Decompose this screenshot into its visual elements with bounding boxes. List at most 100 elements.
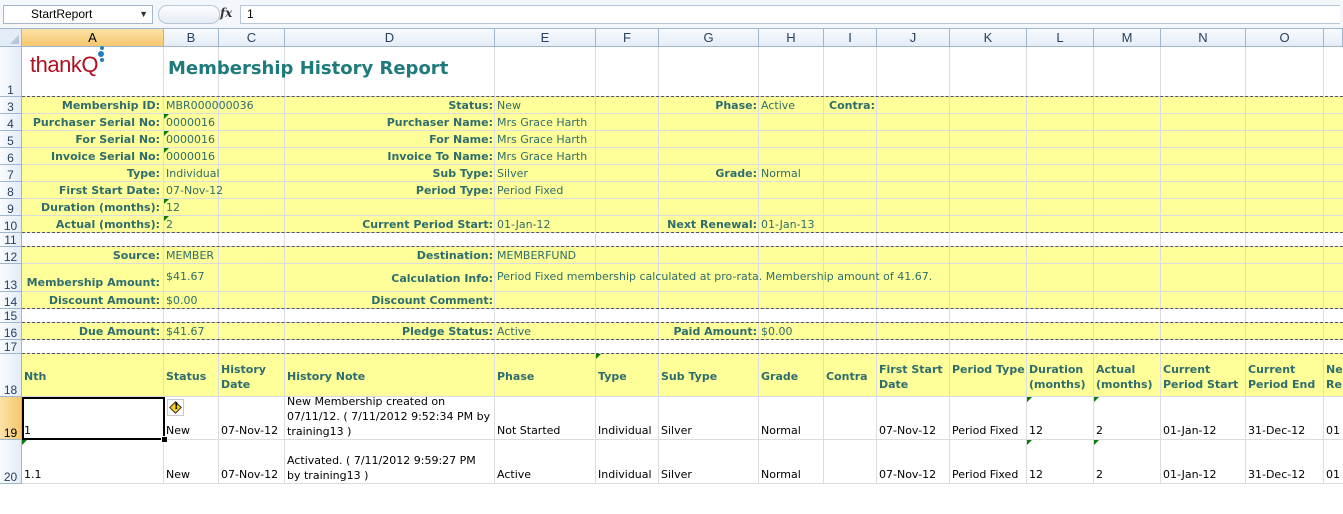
- type-label: Type:: [126, 167, 160, 180]
- history-header: Type: [598, 370, 627, 383]
- paid-amount-value: $0.00: [761, 325, 793, 338]
- row-header-10[interactable]: 10: [0, 216, 22, 233]
- active-cell-selection[interactable]: [22, 397, 165, 440]
- status-label: Status:: [448, 99, 493, 112]
- history-cell: Silver: [661, 424, 692, 437]
- row-header-17[interactable]: 17: [0, 340, 22, 354]
- gridline-horizontal: [22, 164, 1343, 165]
- history-header: Status: [166, 370, 207, 383]
- history-cell: Active: [497, 468, 532, 481]
- membership-amount-label: Membership Amount:: [26, 276, 160, 289]
- history-header: Sub Type: [661, 370, 718, 383]
- row-header-11[interactable]: 11: [0, 233, 22, 247]
- history-cell: 12: [1029, 468, 1043, 481]
- column-header-f[interactable]: F: [596, 29, 659, 47]
- history-cell: 2: [1096, 424, 1103, 437]
- row-header-18[interactable]: 18: [0, 354, 22, 397]
- column-header-h[interactable]: H: [759, 29, 824, 47]
- column-header-k[interactable]: K: [950, 29, 1027, 47]
- row-header-9[interactable]: 9: [0, 199, 22, 216]
- history-cell: New: [166, 468, 190, 481]
- error-indicator: [22, 440, 27, 445]
- column-header-a[interactable]: A: [22, 29, 164, 47]
- gridline-horizontal: [22, 396, 1343, 397]
- invoice-serial-value: 0000016: [166, 150, 215, 163]
- row-header-20[interactable]: 20: [0, 440, 22, 484]
- row-header-12[interactable]: 12: [0, 247, 22, 264]
- row-header-1[interactable]: 1: [0, 47, 22, 97]
- gridline-horizontal: [22, 215, 1343, 216]
- column-header-g[interactable]: G: [659, 29, 759, 47]
- error-warning-icon[interactable]: !: [167, 399, 184, 416]
- gridline-horizontal: [22, 291, 1343, 292]
- column-header-i[interactable]: I: [824, 29, 877, 47]
- error-indicator: [1027, 440, 1032, 445]
- logo-text: thankQ: [30, 52, 98, 77]
- history-header: History Date: [221, 363, 266, 391]
- spreadsheet-grid[interactable]: A B C D E F G H I J K L M N O 1 3 4 5 6 7 8 9 10 11 12 13 14 15 16 17 1…: [0, 0, 1343, 484]
- select-all-corner[interactable]: [0, 29, 22, 47]
- error-indicator: [1094, 397, 1099, 402]
- row-header-14[interactable]: 14: [0, 292, 22, 309]
- dashed-separator: [22, 322, 1343, 323]
- purchaser-name-value: Mrs Grace Harth: [497, 116, 588, 129]
- actual-label: Actual (months):: [55, 218, 160, 231]
- history-header: Duration (months): [1029, 363, 1086, 391]
- dashed-separator: [22, 96, 1343, 97]
- sub-type-value: Silver: [497, 167, 528, 180]
- first-start-label: First Start Date:: [58, 184, 160, 197]
- calculation-info-value: Period Fixed membership calculated at pr…: [497, 270, 933, 283]
- first-start-value: 07-Nov-12: [166, 184, 224, 197]
- period-type-value: Period Fixed: [497, 184, 564, 197]
- current-period-label: Current Period Start:: [362, 218, 493, 231]
- history-cell: 07-Nov-12: [221, 424, 279, 437]
- column-header-n[interactable]: N: [1161, 29, 1246, 47]
- history-cell: 01-Jan-12: [1163, 424, 1217, 437]
- history-cell: Not Started: [497, 424, 561, 437]
- gridline-horizontal: [22, 147, 1343, 148]
- row-header-6[interactable]: 6: [0, 148, 22, 165]
- grade-value: Normal: [761, 167, 801, 180]
- due-amount-value: $41.67: [166, 325, 205, 338]
- column-header-m[interactable]: M: [1094, 29, 1161, 47]
- history-cell: 07-Nov-12: [879, 468, 937, 481]
- pledge-status-label: Pledge Status:: [402, 325, 493, 338]
- history-note: New Membership created on 07/11/12. ( 7/…: [287, 395, 491, 438]
- history-header: Ne Re: [1326, 363, 1343, 391]
- invoice-to-value: Mrs Grace Harth: [497, 150, 588, 163]
- status-value: New: [497, 99, 521, 112]
- row-header-8[interactable]: 8: [0, 182, 22, 199]
- row-header-7[interactable]: 7: [0, 165, 22, 182]
- error-indicator: [1027, 397, 1032, 402]
- column-header-d[interactable]: D: [285, 29, 495, 47]
- history-header: Current Period Start: [1163, 363, 1239, 391]
- column-header-b[interactable]: B: [164, 29, 219, 47]
- history-header: History Note: [287, 370, 366, 383]
- row-header-15[interactable]: 15: [0, 309, 22, 323]
- for-name-label: For Name:: [429, 133, 493, 146]
- row-header-19[interactable]: 19: [0, 397, 22, 440]
- history-header: Phase: [497, 370, 535, 383]
- row-header-5[interactable]: 5: [0, 131, 22, 148]
- gridline-horizontal: [22, 198, 1343, 199]
- purchaser-name-label: Purchaser Name:: [386, 116, 493, 129]
- discount-amount-label: Discount Amount:: [48, 294, 160, 307]
- column-header-o[interactable]: O: [1246, 29, 1324, 47]
- fill-handle[interactable]: [161, 436, 168, 443]
- row-header-3[interactable]: 3: [0, 97, 22, 114]
- destination-label: Destination:: [416, 249, 493, 262]
- column-header-l[interactable]: L: [1027, 29, 1094, 47]
- sub-type-label: Sub Type:: [432, 167, 493, 180]
- history-cell: Normal: [761, 424, 801, 437]
- column-header-c[interactable]: C: [219, 29, 285, 47]
- history-cell: 01-Jan-12: [1163, 468, 1217, 481]
- history-cell: 12: [1029, 424, 1043, 437]
- column-header-j[interactable]: J: [877, 29, 950, 47]
- row-header-13[interactable]: 13: [0, 264, 22, 292]
- column-header-partial[interactable]: [1324, 29, 1343, 47]
- row-header-4[interactable]: 4: [0, 114, 22, 131]
- phase-label: Phase:: [715, 99, 757, 112]
- row-header-16[interactable]: 16: [0, 323, 22, 340]
- column-header-e[interactable]: E: [495, 29, 596, 47]
- gridline-horizontal: [22, 130, 1343, 131]
